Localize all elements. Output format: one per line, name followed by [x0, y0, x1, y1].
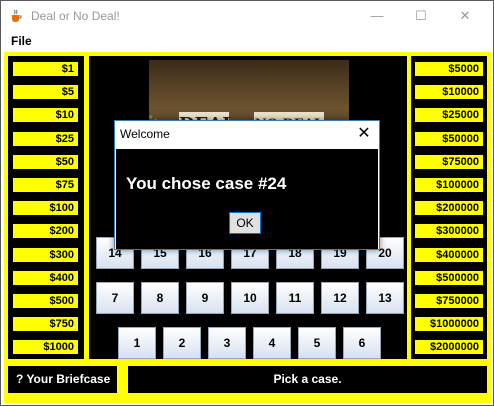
- money-value: $300: [12, 246, 79, 263]
- dialog-message: You chose case #24: [126, 174, 287, 193]
- status-message: Pick a case.: [128, 366, 487, 393]
- money-value: $75: [12, 177, 79, 193]
- briefcase-button[interactable]: 9: [186, 282, 224, 314]
- welcome-dialog: Welcome ✕ You chose case #24 OK: [114, 120, 380, 250]
- dialog-close-icon[interactable]: ✕: [353, 124, 375, 144]
- money-value: $1: [12, 61, 79, 77]
- briefcase-button[interactable]: 2: [163, 327, 201, 359]
- briefcase-button[interactable]: 3: [208, 327, 246, 359]
- menu-file[interactable]: File: [11, 34, 32, 48]
- dialog-title: Welcome: [120, 127, 170, 141]
- money-column-left: $1 $5 $10 $25 $50 $75 $100 $200 $300 $400 $500 $750…: [8, 56, 84, 359]
- money-value: $1000: [12, 339, 79, 356]
- money-value: $200: [12, 223, 79, 240]
- briefcase-button[interactable]: 13: [366, 282, 404, 314]
- money-value: $75000: [414, 153, 484, 170]
- briefcase-button[interactable]: 12: [321, 282, 359, 314]
- briefcase-button[interactable]: 1: [118, 327, 156, 359]
- ok-button[interactable]: OK: [229, 212, 261, 234]
- briefcase-button[interactable]: 4: [253, 327, 291, 359]
- money-value: $400000: [414, 246, 484, 263]
- java-cup-icon: [12, 9, 22, 22]
- money-value: $25000: [414, 107, 484, 124]
- money-value: $750: [12, 316, 79, 333]
- window-title: Deal or No Deal!: [31, 9, 120, 23]
- menu-bar: File: [1, 31, 493, 52]
- briefcase-button[interactable]: 6: [343, 327, 381, 359]
- money-value: $750000: [414, 293, 484, 309]
- minimize-button[interactable]: —: [355, 5, 399, 27]
- money-value: $300000: [414, 223, 484, 240]
- briefcase-button[interactable]: 10: [231, 282, 269, 314]
- your-briefcase[interactable]: ? Your Briefcase: [8, 366, 117, 393]
- money-value: $25: [12, 130, 79, 147]
- money-value: $5: [12, 84, 79, 101]
- money-value: $10000: [414, 84, 484, 101]
- money-column-right: $5000 $10000 $25000 $50000 $75000 $100000 $200…: [411, 56, 487, 359]
- title-bar[interactable]: Deal or No Deal! — ☐ ✕: [1, 1, 493, 31]
- briefcase-button[interactable]: 8: [141, 282, 179, 314]
- money-value: $1000000: [414, 316, 484, 333]
- money-value: $400: [12, 269, 79, 286]
- money-value: $100: [12, 200, 79, 217]
- money-value: $500000: [414, 269, 484, 286]
- briefcase-button[interactable]: 5: [298, 327, 336, 359]
- money-value: $5000: [414, 61, 484, 77]
- money-value: $200000: [414, 200, 484, 217]
- money-value: $500: [12, 293, 79, 309]
- dialog-body: You chose case #24 OK: [116, 149, 378, 249]
- close-button[interactable]: ✕: [443, 5, 487, 27]
- maximize-button[interactable]: ☐: [399, 5, 443, 27]
- app-window: Deal or No Deal! — ☐ ✕ File $1 $5 $10 $25 $5…: [0, 0, 494, 406]
- money-value: $50000: [414, 130, 484, 147]
- briefcase-button[interactable]: 7: [96, 282, 134, 314]
- money-value: $50: [12, 153, 79, 170]
- money-value: $100000: [414, 177, 484, 193]
- money-value: $2000000: [414, 339, 484, 356]
- briefcase-button[interactable]: 11: [276, 282, 314, 314]
- money-value: $10: [12, 107, 79, 124]
